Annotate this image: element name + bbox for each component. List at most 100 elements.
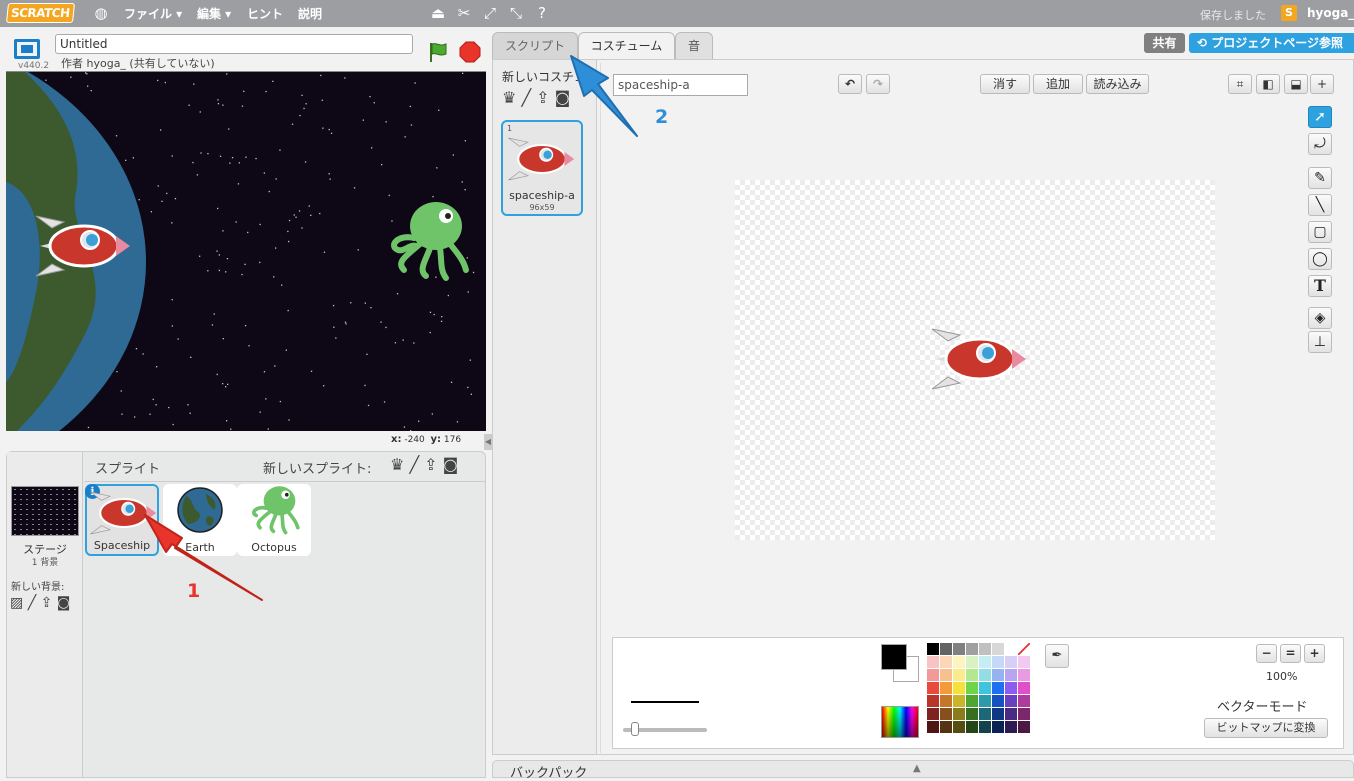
palette-swatch[interactable] xyxy=(966,669,978,681)
duplicate-stamp-icon[interactable]: ⏏ xyxy=(429,4,447,22)
costume-name-input[interactable] xyxy=(613,74,748,96)
paint-canvas[interactable] xyxy=(735,180,1215,540)
palette-swatch[interactable] xyxy=(992,656,1004,668)
collapse-stage-icon[interactable]: ◀ xyxy=(484,434,492,450)
stage-thumbnail[interactable] xyxy=(11,486,79,536)
palette-swatch[interactable] xyxy=(992,695,1004,707)
palette-swatch[interactable] xyxy=(1018,721,1030,733)
reshape-tool-icon[interactable]: ⤾ xyxy=(1308,133,1332,155)
upload-costume-icon[interactable]: ⇪ xyxy=(536,88,549,107)
tab-sounds[interactable]: 音 xyxy=(675,32,713,59)
palette-swatch[interactable] xyxy=(953,656,965,668)
costume-tile[interactable]: 1 spaceship-a 96x59 xyxy=(501,120,583,216)
palette-swatch[interactable] xyxy=(979,708,991,720)
paint-backdrop-icon[interactable]: ╱ xyxy=(28,595,36,611)
palette-swatch[interactable] xyxy=(979,695,991,707)
palette-swatch[interactable] xyxy=(992,708,1004,720)
sprite-tile-earth[interactable]: Earth xyxy=(163,484,237,556)
palette-swatch[interactable] xyxy=(966,643,978,655)
palette-swatch[interactable] xyxy=(979,721,991,733)
backdrop-library-icon[interactable]: ▨ xyxy=(10,595,23,611)
camera-costume-icon[interactable]: ◙ xyxy=(555,88,571,107)
palette-swatch[interactable] xyxy=(1005,721,1017,733)
set-costume-center-icon[interactable]: + xyxy=(1310,74,1334,94)
stamp-tool-icon[interactable]: ⊥ xyxy=(1308,331,1332,353)
palette-swatch[interactable] xyxy=(1018,682,1030,694)
import-button[interactable]: 読み込み xyxy=(1086,74,1149,94)
menu-edit[interactable]: 編集 ▾ xyxy=(197,5,231,22)
sprite-tile-spaceship[interactable]: i Spaceship xyxy=(85,484,159,556)
pencil-tool-icon[interactable]: ✎ xyxy=(1308,167,1332,189)
palette-swatch[interactable] xyxy=(966,695,978,707)
palette-swatch[interactable] xyxy=(1005,669,1017,681)
palette-swatch[interactable] xyxy=(927,695,939,707)
spaceship-costume-drawing[interactable] xyxy=(930,327,1030,391)
sprite-library-icon[interactable]: ♛ xyxy=(390,455,404,474)
palette-swatch[interactable] xyxy=(953,695,965,707)
fill-bucket-tool-icon[interactable]: ◈ xyxy=(1308,307,1332,329)
tab-costumes[interactable]: コスチューム xyxy=(578,32,675,60)
flip-vertical-icon[interactable]: ⬓ xyxy=(1284,74,1308,94)
palette-swatch[interactable] xyxy=(940,643,952,655)
palette-swatch[interactable] xyxy=(1005,656,1017,668)
scratch-logo[interactable]: SCRATCH xyxy=(5,3,75,23)
grow-icon[interactable]: ⤢ xyxy=(481,4,499,22)
palette-swatch[interactable] xyxy=(979,682,991,694)
project-title-input[interactable] xyxy=(55,34,413,54)
palette-swatch[interactable] xyxy=(927,708,939,720)
palette-swatch[interactable] xyxy=(1018,695,1030,707)
palette-swatch[interactable] xyxy=(927,721,939,733)
palette-swatch[interactable] xyxy=(992,682,1004,694)
convert-to-bitmap-button[interactable]: ビットマップに変換 xyxy=(1204,718,1328,738)
globe-icon[interactable]: ◍ xyxy=(92,4,110,22)
palette-swatch[interactable] xyxy=(927,656,939,668)
zoom-out-icon[interactable]: − xyxy=(1256,644,1277,663)
stage[interactable] xyxy=(6,71,486,431)
palette-swatch[interactable] xyxy=(927,669,939,681)
paint-sprite-icon[interactable]: ╱ xyxy=(409,455,419,474)
rectangle-tool-icon[interactable]: ▢ xyxy=(1308,221,1332,243)
palette-swatch[interactable] xyxy=(953,708,965,720)
palette-swatch[interactable] xyxy=(979,669,991,681)
palette-swatch[interactable] xyxy=(992,643,1004,655)
palette-swatch[interactable] xyxy=(940,721,952,733)
palette-swatch[interactable] xyxy=(1005,682,1017,694)
palette-swatch[interactable] xyxy=(940,656,952,668)
palette-swatch[interactable] xyxy=(966,682,978,694)
camera-sprite-icon[interactable]: ◙ xyxy=(443,455,459,474)
share-button[interactable]: 共有 xyxy=(1144,33,1185,53)
upload-backdrop-icon[interactable]: ⇪ xyxy=(41,595,53,611)
color-palette[interactable] xyxy=(927,643,1030,733)
costume-library-icon[interactable]: ♛ xyxy=(502,88,516,107)
palette-swatch[interactable] xyxy=(1018,656,1030,668)
help-icon[interactable]: ? xyxy=(533,4,551,22)
line-tool-icon[interactable]: ╲ xyxy=(1308,194,1332,216)
palette-swatch[interactable] xyxy=(979,643,991,655)
redo-button[interactable]: ↷ xyxy=(866,74,890,94)
palette-swatch[interactable] xyxy=(1018,669,1030,681)
eyedropper-icon[interactable]: ✒ xyxy=(1045,644,1069,668)
palette-swatch[interactable] xyxy=(966,656,978,668)
user-name[interactable]: hyoga_ xyxy=(1307,6,1354,20)
palette-swatch[interactable] xyxy=(940,708,952,720)
line-width-slider-handle[interactable] xyxy=(631,722,639,736)
color-picker-button[interactable] xyxy=(881,706,919,738)
cut-scissors-icon[interactable]: ✂ xyxy=(455,4,473,22)
palette-swatch[interactable] xyxy=(953,643,965,655)
tab-scripts[interactable]: スクリプト xyxy=(492,32,578,59)
undo-button[interactable]: ↶ xyxy=(838,74,862,94)
palette-swatch[interactable] xyxy=(953,669,965,681)
palette-swatch[interactable] xyxy=(1005,643,1017,655)
palette-swatch[interactable] xyxy=(966,708,978,720)
palette-swatch[interactable] xyxy=(966,721,978,733)
palette-swatch[interactable] xyxy=(1018,643,1030,655)
palette-swatch[interactable] xyxy=(1005,695,1017,707)
palette-swatch[interactable] xyxy=(1018,708,1030,720)
paint-costume-icon[interactable]: ╱ xyxy=(521,88,531,107)
add-button[interactable]: 追加 xyxy=(1033,74,1083,94)
sprite-tile-octopus[interactable]: Octopus xyxy=(237,484,311,556)
palette-swatch[interactable] xyxy=(992,669,1004,681)
palette-swatch[interactable] xyxy=(979,656,991,668)
text-tool-icon[interactable]: T xyxy=(1308,275,1332,297)
expand-backpack-icon[interactable]: ▲ xyxy=(913,763,921,774)
